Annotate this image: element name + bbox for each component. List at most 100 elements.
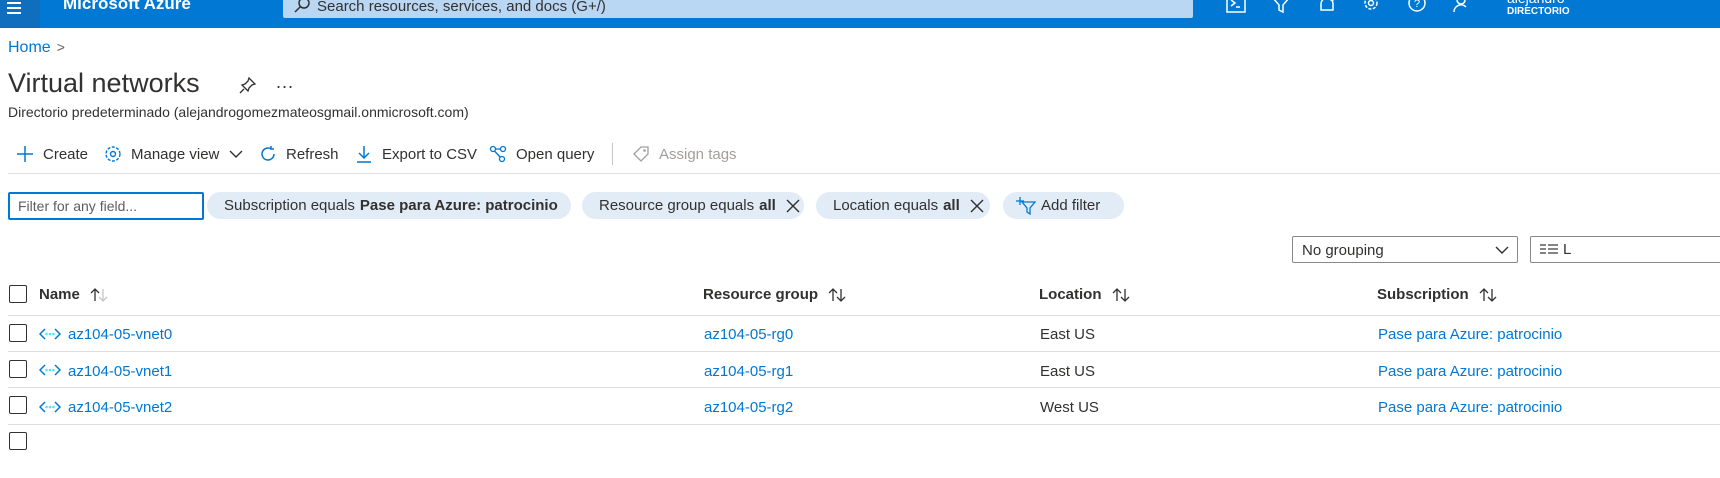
vnet-name-link[interactable]: az104-05-vnet1 (68, 363, 172, 380)
account-menu[interactable]: alejandro DIRECTORIO (1507, 0, 1570, 18)
chevron-down-icon (1495, 246, 1509, 254)
search-icon (294, 0, 310, 13)
manage-view-label: Manage view (131, 145, 220, 163)
location-cell: West US (1040, 399, 1099, 416)
resource-group-link[interactable]: az104-05-rg0 (704, 326, 793, 343)
download-icon (357, 146, 371, 163)
query-icon (489, 145, 507, 163)
sort-icon (1112, 287, 1129, 302)
select-all-checkbox[interactable] (9, 285, 27, 303)
close-icon[interactable] (970, 199, 984, 213)
resource-group-link[interactable]: az104-05-rg1 (704, 363, 793, 380)
column-resource-group-label: Resource group (703, 286, 819, 303)
filter-input[interactable] (8, 192, 204, 220)
location-cell: East US (1040, 363, 1096, 380)
filter-subscription-label: Subscription equals (224, 197, 355, 214)
resource-group-link[interactable]: az104-05-rg2 (704, 399, 793, 416)
column-header-location[interactable]: Location (1039, 286, 1131, 303)
filter-resource-group-label: Resource group equals (599, 197, 755, 214)
view-toggle-button[interactable]: L (1530, 236, 1720, 263)
row-divider (8, 351, 1720, 352)
breadcrumb-separator: > (56, 39, 65, 55)
assign-tags-button[interactable]: Assign tags (632, 143, 737, 165)
create-label: Create (43, 145, 89, 163)
sort-icon (828, 287, 846, 302)
vnet-name-link[interactable]: az104-05-vnet2 (68, 399, 172, 416)
subscription-link[interactable]: Pase para Azure: patrocinio (1378, 399, 1562, 416)
brand-title[interactable]: Microsoft Azure (63, 0, 191, 14)
virtual-network-icon (39, 401, 61, 413)
feedback-icon[interactable] (1452, 0, 1474, 16)
row-checkbox[interactable] (9, 432, 27, 450)
column-header-resource-group[interactable]: Resource group (703, 286, 847, 303)
filter-location-label: Location equals (833, 197, 939, 214)
toolbar-divider-line (8, 173, 1720, 174)
settings-icon[interactable] (1360, 0, 1382, 16)
row-checkbox[interactable] (9, 360, 27, 378)
close-icon[interactable] (786, 199, 800, 213)
svg-text:?: ? (1414, 0, 1420, 10)
filter-pill-location[interactable]: Location equals all (816, 192, 990, 219)
menu-icon[interactable] (0, 0, 40, 28)
chevron-down-icon (229, 150, 243, 158)
grouping-value: No grouping (1302, 242, 1384, 259)
cloud-shell-icon[interactable] (1225, 0, 1247, 16)
open-query-button[interactable]: Open query (489, 143, 594, 165)
breadcrumb-home[interactable]: Home (8, 39, 51, 56)
add-filter-label: Add filter (1041, 197, 1101, 214)
filter-subscription-value: Pase para Azure: patrocinio (359, 197, 558, 214)
user-directory: DIRECTORIO (1507, 6, 1570, 17)
add-filter-button[interactable]: Add filter (1003, 192, 1124, 219)
toolbar-divider (612, 143, 613, 165)
add-filter-icon (1016, 196, 1036, 215)
filter-resource-group-value: all (759, 197, 776, 214)
row-divider (8, 424, 1720, 425)
refresh-label: Refresh (286, 145, 339, 163)
virtual-network-icon (39, 328, 61, 340)
sort-icon (90, 287, 108, 302)
manage-view-button[interactable]: Manage view (104, 143, 243, 165)
row-checkbox[interactable] (9, 396, 27, 414)
export-csv-button[interactable]: Export to CSV (355, 143, 477, 165)
gear-icon (105, 146, 121, 162)
refresh-button[interactable]: Refresh (259, 143, 339, 165)
more-options-button[interactable]: ... (276, 72, 294, 93)
row-divider (8, 387, 1720, 388)
export-csv-label: Export to CSV (382, 145, 478, 163)
virtual-network-icon (39, 364, 61, 376)
column-header-name[interactable]: Name (39, 286, 109, 303)
column-location-label: Location (1039, 286, 1102, 303)
assign-tags-label: Assign tags (659, 145, 737, 163)
create-button[interactable]: Create (16, 143, 88, 165)
header-divider (8, 315, 1720, 316)
help-icon[interactable]: ? (1406, 0, 1428, 16)
column-subscription-label: Subscription (1377, 286, 1469, 303)
pin-icon[interactable] (239, 76, 257, 94)
row-checkbox[interactable] (9, 324, 27, 342)
column-header-subscription[interactable]: Subscription (1377, 286, 1498, 303)
filter-location-value: all (943, 197, 960, 214)
plus-icon (17, 146, 33, 162)
sort-icon (1479, 287, 1497, 302)
open-query-label: Open query (516, 145, 595, 163)
grouping-dropdown[interactable]: No grouping (1292, 236, 1518, 263)
subscription-link[interactable]: Pase para Azure: patrocinio (1378, 326, 1562, 343)
filter-pill-resource-group[interactable]: Resource group equals all (582, 192, 804, 219)
notifications-icon[interactable] (1316, 0, 1338, 16)
global-search[interactable]: Search resources, services, and docs (G+… (283, 0, 1193, 18)
page-subtitle: Directorio predeterminado (alejandrogome… (8, 104, 469, 120)
filter-pill-subscription[interactable]: Subscription equals Pase para Azure: patr… (207, 192, 571, 219)
search-placeholder: Search resources, services, and docs (G+… (317, 0, 606, 15)
top-bar: Microsoft Azure Search resources, servic… (0, 0, 1720, 28)
page-title: Virtual networks (8, 68, 200, 98)
refresh-icon (261, 146, 275, 161)
column-name-label: Name (39, 286, 80, 303)
tag-icon (633, 146, 649, 162)
vnet-name-link[interactable]: az104-05-vnet0 (68, 326, 172, 343)
list-view-icon (1540, 244, 1558, 254)
location-cell: East US (1040, 326, 1096, 343)
breadcrumb: Home > (8, 39, 65, 57)
directory-filter-icon[interactable] (1270, 0, 1292, 16)
view-toggle-label: L (1563, 241, 1572, 258)
subscription-link[interactable]: Pase para Azure: patrocinio (1378, 363, 1562, 380)
